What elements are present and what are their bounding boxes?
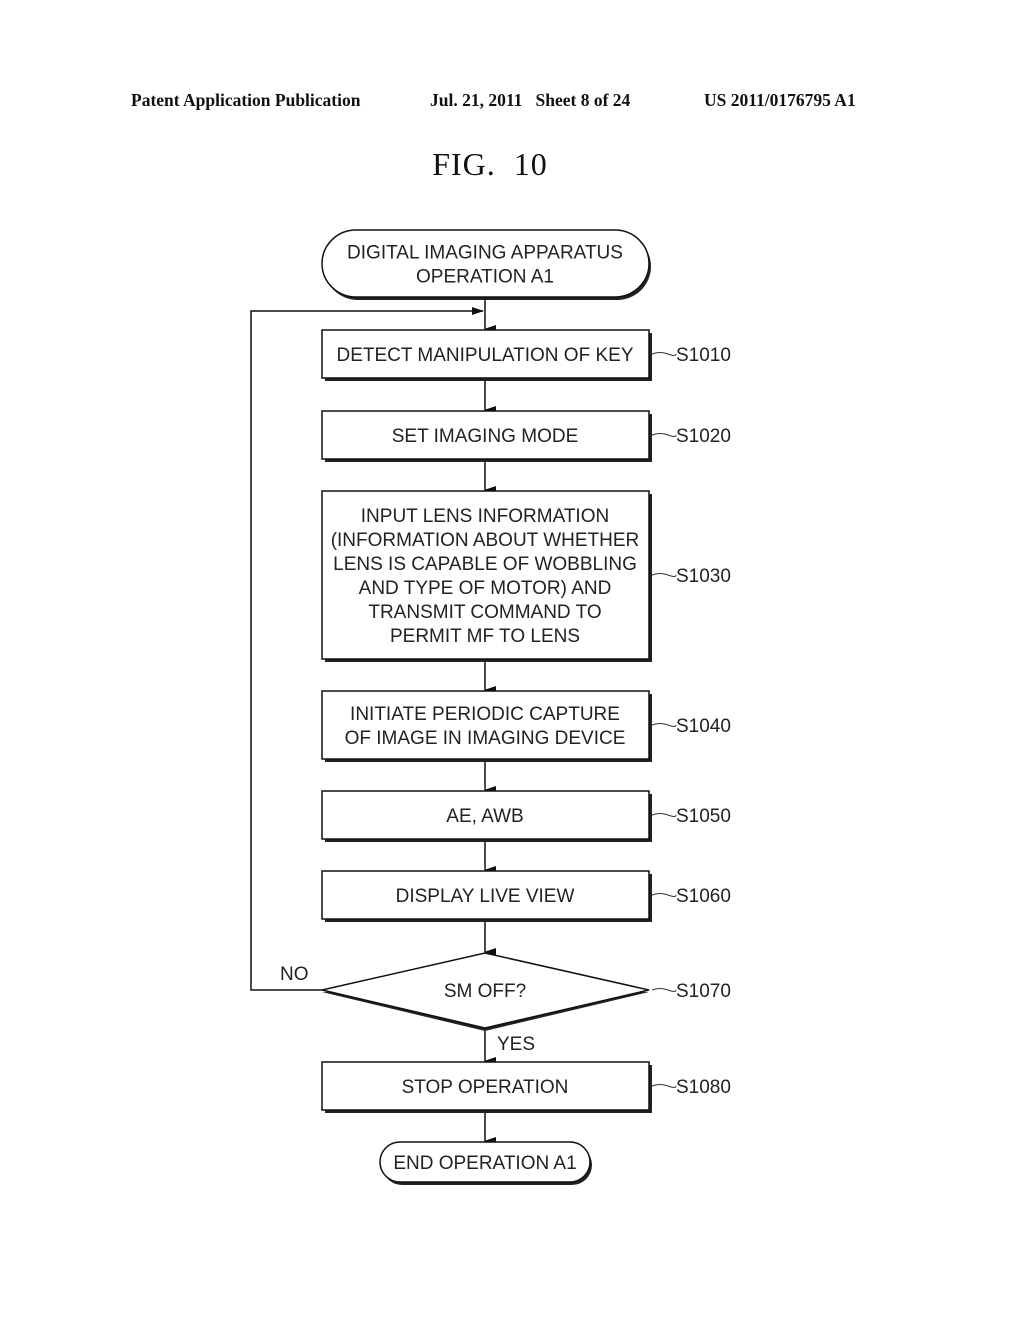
step-s1030-text-line: PERMIT MF TO LENS — [390, 626, 580, 647]
step-s1010-label: S1010 — [676, 345, 731, 366]
step-s1060-label: S1060 — [676, 886, 731, 907]
step-s1050-label-leader — [651, 813, 677, 817]
step-s1080-label-leader — [651, 1084, 677, 1088]
step-s1020-label-leader — [651, 433, 677, 437]
start-terminal-text-line: OPERATION A1 — [416, 267, 554, 288]
step-s1020-label: S1020 — [676, 426, 731, 447]
step-s1040-label-leader — [651, 723, 677, 727]
step-s1030-text-line: (INFORMATION ABOUT WHETHER — [331, 530, 640, 551]
decision-s1070-label: S1070 — [676, 981, 731, 1002]
step-s1030-label-leader — [651, 573, 677, 577]
step-s1060-label-leader — [651, 893, 677, 897]
step-s1060-text-line: DISPLAY LIVE VIEW — [396, 886, 575, 907]
step-s1030-text-line: AND TYPE OF MOTOR) AND — [359, 578, 612, 599]
step-s1050-text-line: AE, AWB — [446, 806, 523, 827]
step-s1030-text-line: LENS IS CAPABLE OF WOBBLING — [333, 554, 637, 575]
step-s1080-text-line: STOP OPERATION — [402, 1077, 569, 1098]
step-s1040-label: S1040 — [676, 716, 731, 737]
step-s1010-text-line: DETECT MANIPULATION OF KEY — [336, 345, 633, 366]
no-label: NO — [280, 964, 309, 985]
step-s1020-text-line: SET IMAGING MODE — [392, 426, 579, 447]
decision-s1070-label-leader — [651, 988, 677, 992]
start-terminal-text-line: DIGITAL IMAGING APPARATUS — [347, 243, 623, 264]
step-s1030-label: S1030 — [676, 566, 731, 587]
end-terminal-text-line: END OPERATION A1 — [393, 1153, 576, 1174]
step-s1040-text-line: OF IMAGE IN IMAGING DEVICE — [345, 728, 626, 749]
step-s1080-label: S1080 — [676, 1077, 731, 1098]
step-s1030-text-line: TRANSMIT COMMAND TO — [368, 602, 601, 623]
decision-text: SM OFF? — [444, 981, 526, 1002]
step-s1050-label: S1050 — [676, 806, 731, 827]
yes-label: YES — [497, 1034, 535, 1055]
step-s1030-text-line: INPUT LENS INFORMATION — [361, 506, 609, 527]
flowchart: DIGITAL IMAGING APPARATUS OPERATION A1 DET… — [250, 229, 731, 1185]
step-s1040-text-line: INITIATE PERIODIC CAPTURE — [350, 704, 620, 725]
step-s1010-label-leader — [651, 352, 677, 356]
